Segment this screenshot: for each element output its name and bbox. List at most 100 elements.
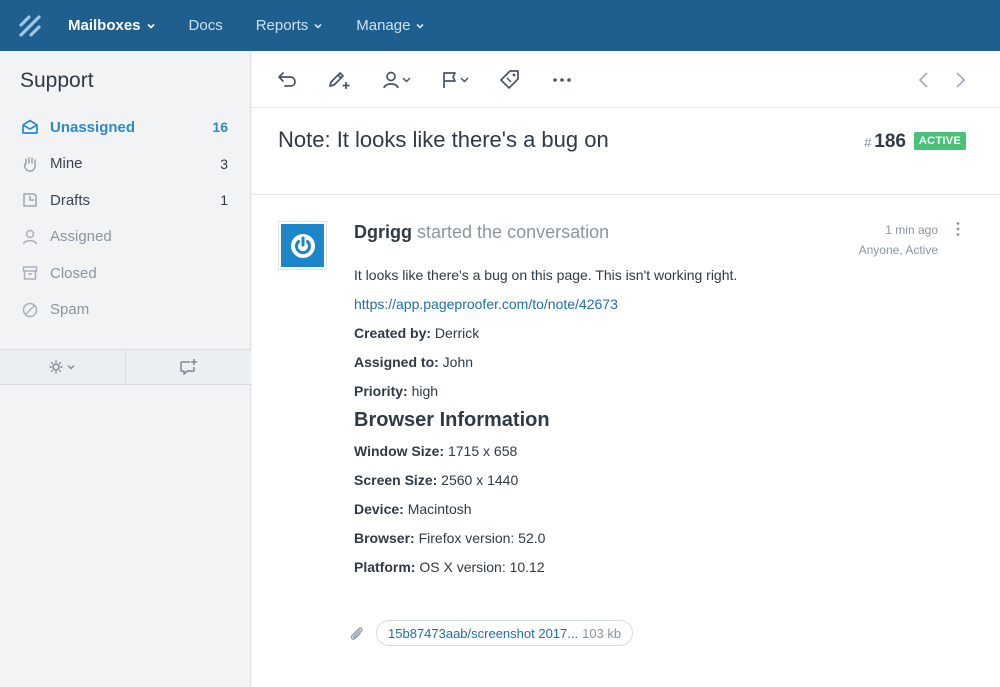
field-value: Firefox version: 52.0 (418, 530, 546, 546)
sidebar-item-label: Mine (50, 155, 83, 173)
sidebar-footer (0, 349, 251, 385)
thread-menu-icon[interactable] (954, 221, 962, 237)
previous-conversation-button[interactable] (916, 68, 932, 92)
chevron-left-icon (918, 72, 928, 88)
nav-manage[interactable]: Manage (356, 17, 425, 34)
sidebar-item-spam[interactable]: Spam (0, 292, 251, 329)
hand-icon (20, 154, 40, 174)
field-value: 1715 x 658 (447, 443, 518, 459)
field-value: 2560 x 1440 (441, 472, 519, 488)
sidebar-item-label: Spam (50, 301, 90, 319)
avatar-image (281, 224, 324, 267)
gear-icon (49, 360, 74, 374)
field-value: high (411, 383, 439, 399)
attachment-chip[interactable]: 15b87473aab/screenshot 2017... 103 kb (376, 620, 634, 646)
conversation-toolbar (252, 51, 1000, 108)
sidebar-item-mine[interactable]: Mine 3 (0, 146, 251, 183)
drafts-icon (20, 190, 40, 210)
nav-reports-label: Reports (255, 17, 309, 34)
more-actions-button[interactable] (552, 68, 572, 92)
top-navigation-bar: Mailboxes Docs Reports Manage (0, 0, 1000, 51)
field-value: Macintosh (407, 501, 472, 517)
sidebar-item-closed[interactable]: Closed (0, 255, 251, 292)
pencil-plus-icon (329, 72, 350, 89)
chevron-down-icon (146, 23, 155, 29)
conversation-subject: Note: It looks like there's a bug on (278, 127, 609, 152)
nav-reports[interactable]: Reports (256, 17, 324, 34)
user-chevron-icon (383, 71, 411, 89)
power-logo-icon (290, 233, 315, 258)
timestamp: 1 min ago (885, 223, 938, 237)
logo-icon (19, 14, 41, 37)
app-logo[interactable] (0, 0, 60, 51)
ellipsis-icon (553, 78, 571, 82)
archive-icon (20, 263, 40, 283)
browser-row: Browser: Firefox version: 52.0 (354, 528, 934, 557)
nav-manage-label: Manage (356, 17, 411, 34)
conversation-number: #186 (864, 131, 906, 153)
nav-mailboxes[interactable]: Mailboxes (68, 17, 156, 34)
assigned-to-row: Assigned to: John (354, 352, 934, 381)
window-size-row: Window Size: 1715 x 658 (354, 441, 934, 470)
inbox-icon (20, 117, 40, 137)
status-badge: ACTIVE (913, 132, 966, 150)
field-value: John (442, 354, 474, 370)
field-label: Platform: (354, 559, 416, 575)
chevron-down-icon (314, 23, 322, 29)
attachment-size: 103 kb (582, 625, 622, 641)
avatar[interactable] (278, 221, 327, 270)
sidebar-item-label: Drafts (50, 191, 91, 209)
sidebar-item-label: Assigned (50, 228, 112, 246)
thread-action: started the conversation (417, 222, 610, 242)
user-icon (20, 227, 40, 247)
field-label: Screen Size: (354, 472, 438, 488)
platform-row: Platform: OS X version: 10.12 (354, 557, 934, 586)
mailbox-sidebar: Support Unassigned 16 Mine 3 Drafts 1 As… (0, 51, 251, 687)
field-label: Assigned to: (354, 354, 439, 370)
new-conversation-button[interactable] (126, 350, 251, 384)
add-note-button[interactable] (327, 68, 351, 92)
folder-list: Unassigned 16 Mine 3 Drafts 1 Assigned C… (0, 109, 251, 328)
next-conversation-button[interactable] (952, 68, 968, 92)
conversation-panel: Note: It looks like there's a bug on #18… (252, 51, 1000, 687)
assignment-meta: Anyone, Active (858, 243, 938, 257)
message-body: It looks like there's a bug on this page… (354, 265, 934, 586)
device-row: Device: Macintosh (354, 499, 934, 528)
status-button[interactable] (441, 68, 473, 92)
folder-count: 16 (212, 119, 228, 136)
conversation-number-prefix: # (864, 135, 872, 150)
section-title: Browser Information (354, 409, 550, 431)
conversation-number-value: 186 (874, 131, 906, 152)
sidebar-item-label: Unassigned (50, 118, 136, 136)
note-link[interactable]: https://app.pageproofer.com/to/note/4267… (354, 296, 618, 312)
field-value: Derrick (434, 325, 480, 341)
thread-item: Dgrigg started the conversation 1 min ag… (252, 195, 1000, 687)
author-name[interactable]: Dgrigg (354, 222, 412, 242)
sidebar-item-drafts[interactable]: Drafts 1 (0, 182, 251, 219)
sidebar-item-unassigned[interactable]: Unassigned 16 (0, 109, 251, 146)
thread-author-line: Dgrigg started the conversation (354, 222, 609, 243)
chevron-right-icon (956, 72, 966, 88)
nav-docs[interactable]: Docs (189, 17, 223, 34)
field-label: Browser: (354, 530, 415, 546)
folder-count: 3 (220, 155, 228, 172)
reply-button[interactable] (276, 68, 298, 92)
sidebar-item-label: Closed (50, 264, 97, 282)
flag-chevron-icon (443, 72, 469, 88)
field-value: OS X version: 10.12 (419, 559, 545, 575)
nav-mailboxes-label: Mailboxes (68, 17, 141, 34)
sidebar-item-assigned[interactable]: Assigned (0, 219, 251, 256)
attachment-name: 15b87473aab/screenshot 2017... (388, 625, 579, 641)
message-intro: It looks like there's a bug on this page… (354, 267, 738, 283)
new-conversation-icon (179, 359, 197, 375)
mailbox-title: Support (20, 69, 94, 92)
created-by-row: Created by: Derrick (354, 323, 934, 352)
tag-button[interactable] (499, 68, 521, 92)
assign-button[interactable] (382, 68, 414, 92)
spam-icon (20, 300, 40, 320)
folder-count: 1 (220, 192, 228, 209)
field-label: Created by: (354, 325, 432, 341)
chevron-down-icon (416, 23, 425, 29)
field-label: Window Size: (354, 443, 445, 459)
mailbox-settings-button[interactable] (0, 350, 126, 384)
